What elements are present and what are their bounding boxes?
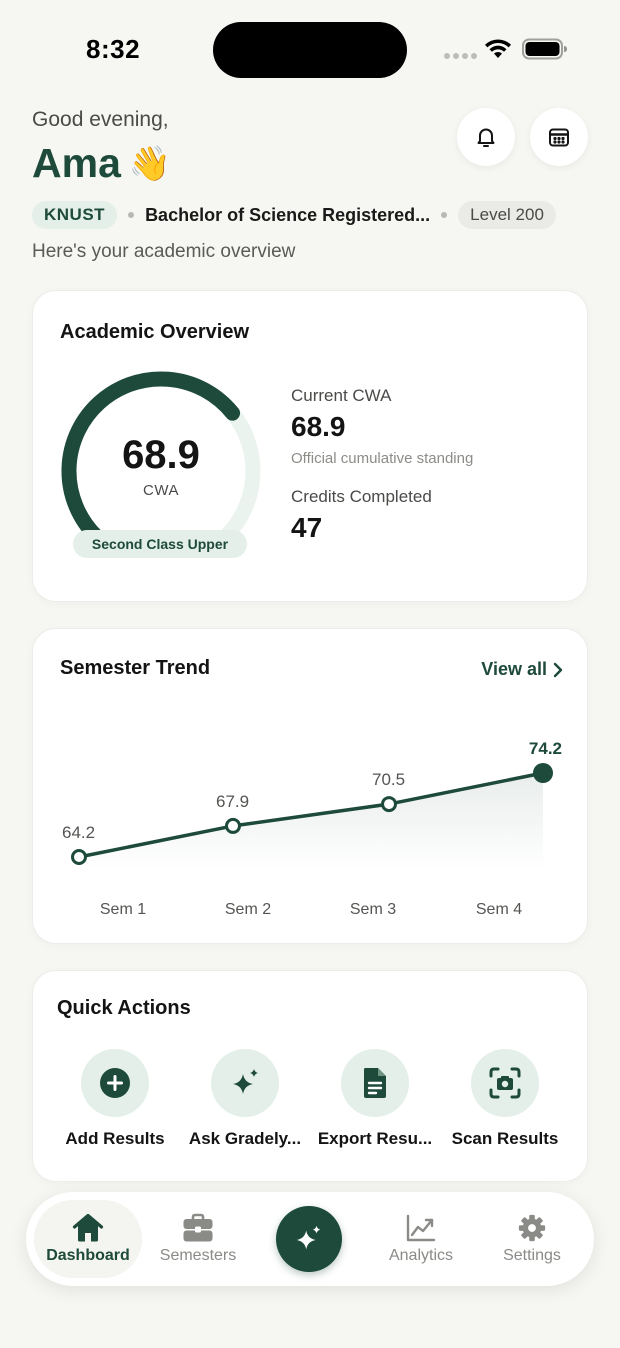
- scan-results-icon-circle: [471, 1049, 539, 1117]
- battery-icon: [522, 38, 567, 60]
- user-name-text: Ama: [32, 140, 121, 186]
- signal-icon: [444, 53, 477, 59]
- briefcase-icon: [183, 1213, 213, 1242]
- sparkles-icon: [296, 1225, 321, 1250]
- bell-icon: [477, 128, 495, 147]
- nav-settings[interactable]: Settings: [478, 1200, 586, 1278]
- credits-label: Credits Completed: [291, 487, 432, 506]
- nav-analytics[interactable]: Analytics: [367, 1200, 475, 1278]
- calendar-button[interactable]: [530, 108, 588, 166]
- classification-badge: Second Class Upper: [73, 530, 247, 558]
- trend-value-label: 67.9: [216, 792, 249, 811]
- gauge-unit: CWA: [143, 482, 179, 499]
- wave-emoji: 👋: [128, 144, 172, 183]
- separator-dot: [128, 212, 135, 218]
- academic-overview-title: Academic Overview: [60, 321, 249, 343]
- trend-point: [225, 817, 241, 834]
- separator-dot: [441, 212, 448, 218]
- document-icon: [364, 1068, 386, 1098]
- trend-point: [71, 849, 87, 865]
- chart-icon: [406, 1214, 436, 1242]
- home-icon: [72, 1213, 104, 1242]
- overview-subtitle: Here's your academic overview: [32, 241, 296, 262]
- student-meta-row: KNUST Bachelor of Science Registered... …: [32, 201, 592, 229]
- ask-gradely-label: Ask Gradely...: [188, 1129, 302, 1148]
- add-results-button[interactable]: Add Results: [50, 1049, 180, 1149]
- gear-icon: [518, 1214, 546, 1242]
- plus-circle-icon: [100, 1068, 130, 1098]
- academic-overview-card: Academic Overview 68.9 CWA Second Class …: [32, 290, 588, 602]
- ai-assistant-button[interactable]: [276, 1206, 342, 1272]
- dynamic-island: [213, 22, 407, 78]
- notifications-button[interactable]: [457, 108, 515, 166]
- trend-category-label: Sem 2: [225, 901, 271, 918]
- status-bar: 8:32: [0, 0, 620, 100]
- scan-camera-icon: [489, 1067, 521, 1099]
- credits-value: 47: [291, 512, 323, 543]
- gauge-value: 68.9: [122, 433, 200, 477]
- trend-category-label: Sem 4: [476, 901, 522, 918]
- current-cwa-label: Current CWA: [291, 386, 392, 405]
- bottom-navigation: Dashboard Semesters Analytics Settings: [26, 1192, 594, 1286]
- school-badge: KNUST: [32, 201, 118, 229]
- ask-gradely-icon-circle: [211, 1049, 279, 1117]
- nav-settings-label: Settings: [503, 1247, 561, 1264]
- semester-trend-chart: 64.2 Sem 1 67.9 Sem 2 70.5 Sem 3 74.2 Sem 4: [62, 739, 562, 918]
- current-cwa-note: Official cumulative standing: [291, 450, 474, 467]
- trend-point: [533, 763, 553, 783]
- export-results-label: Export Resu...: [317, 1129, 433, 1148]
- level-badge: Level 200: [458, 201, 556, 229]
- add-results-icon-circle: [81, 1049, 149, 1117]
- trend-category-label: Sem 3: [350, 901, 396, 918]
- trend-value-label: 74.2: [529, 739, 562, 758]
- nav-semesters[interactable]: Semesters: [144, 1200, 252, 1278]
- scan-results-label: Scan Results: [451, 1129, 559, 1148]
- semester-trend-card: Semester Trend View all 64.2 Sem 1 67.9 Sem…: [32, 628, 588, 944]
- greeting-text: Good evening,: [32, 108, 169, 131]
- export-results-icon-circle: [341, 1049, 409, 1117]
- program-name: Bachelor of Science Registered...: [145, 204, 431, 225]
- trend-value-label: 70.5: [372, 770, 405, 789]
- trend-value-label: 64.2: [62, 823, 95, 842]
- sparkles-icon: [233, 1069, 258, 1094]
- export-results-button[interactable]: Export Resu...: [310, 1049, 440, 1149]
- status-time: 8:32: [86, 34, 141, 64]
- quick-actions-card: Quick Actions Add Results Ask Gradely...: [32, 970, 588, 1182]
- nav-semesters-label: Semesters: [159, 1247, 237, 1264]
- add-results-label: Add Results: [65, 1129, 165, 1148]
- scan-results-button[interactable]: Scan Results: [440, 1049, 570, 1149]
- wifi-icon: [485, 39, 511, 58]
- nav-dashboard[interactable]: Dashboard: [34, 1200, 142, 1278]
- user-name: Ama 👋: [32, 140, 171, 187]
- nav-analytics-label: Analytics: [388, 1247, 454, 1264]
- quick-actions-title: Quick Actions: [57, 997, 191, 1019]
- nav-dashboard-label: Dashboard: [46, 1247, 130, 1264]
- ask-gradely-button[interactable]: Ask Gradely...: [180, 1049, 310, 1149]
- trend-category-label: Sem 1: [100, 901, 146, 918]
- current-cwa-value: 68.9: [291, 411, 346, 442]
- calendar-icon: [549, 128, 569, 147]
- trend-point: [381, 796, 397, 813]
